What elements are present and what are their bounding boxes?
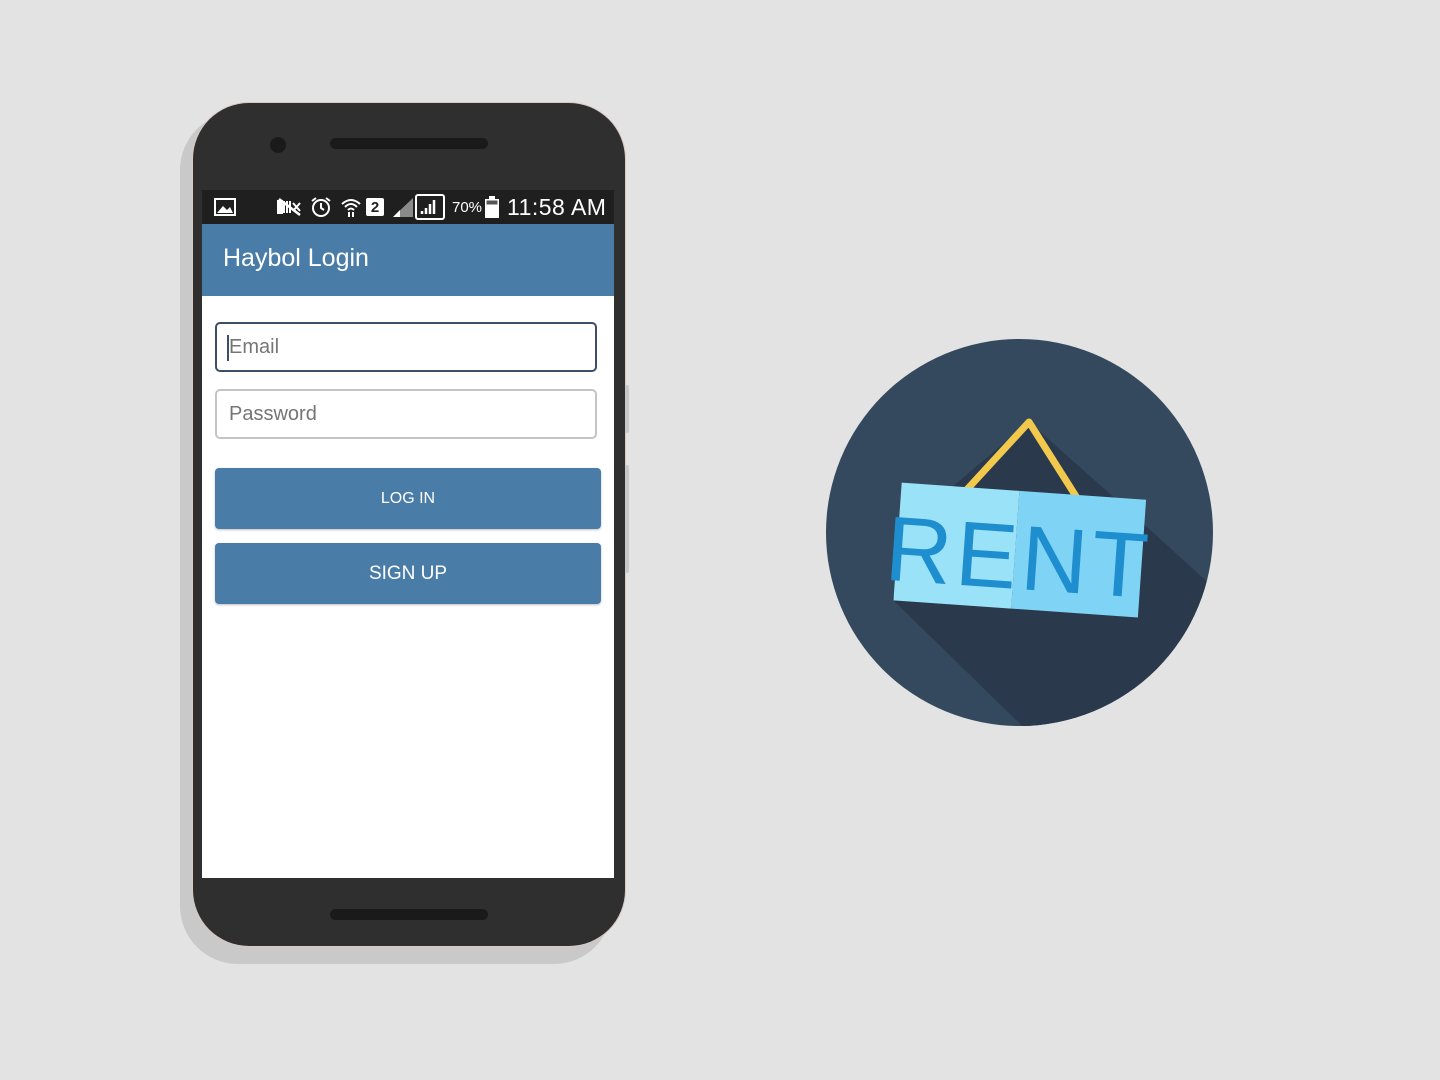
battery-icon <box>485 196 499 218</box>
clock-time: 11:58 AM <box>507 194 607 220</box>
password-field[interactable] <box>215 389 597 439</box>
page-title: Haybol Login <box>223 244 369 272</box>
alarm-icon <box>310 196 332 218</box>
signup-button[interactable]: SIGN UP <box>215 543 601 604</box>
power-button <box>625 465 629 573</box>
earpiece-speaker <box>330 138 488 149</box>
phone-screen: 2 70% 11:58 AM Haybol Login LOG IN SIGN … <box>202 190 614 878</box>
mute-icon <box>276 196 302 218</box>
email-field[interactable] <box>215 322 597 372</box>
login-button[interactable]: LOG IN <box>215 468 601 529</box>
status-bar: 2 70% 11:58 AM <box>202 190 614 224</box>
volume-button <box>625 385 629 433</box>
app-bar: Haybol Login <box>202 224 614 296</box>
battery-percent: 70% <box>452 199 483 216</box>
text-cursor <box>227 335 229 361</box>
rent-logo: RENT <box>826 339 1213 726</box>
sim-badge-icon: 2 <box>366 198 384 216</box>
sign-text: RENT <box>882 498 1155 618</box>
bottom-speaker <box>330 909 488 920</box>
front-camera <box>270 137 286 153</box>
image-icon <box>214 196 236 218</box>
signal-icon <box>392 196 414 218</box>
signal-boxed-icon <box>415 194 445 220</box>
wifi-icon <box>340 196 362 218</box>
